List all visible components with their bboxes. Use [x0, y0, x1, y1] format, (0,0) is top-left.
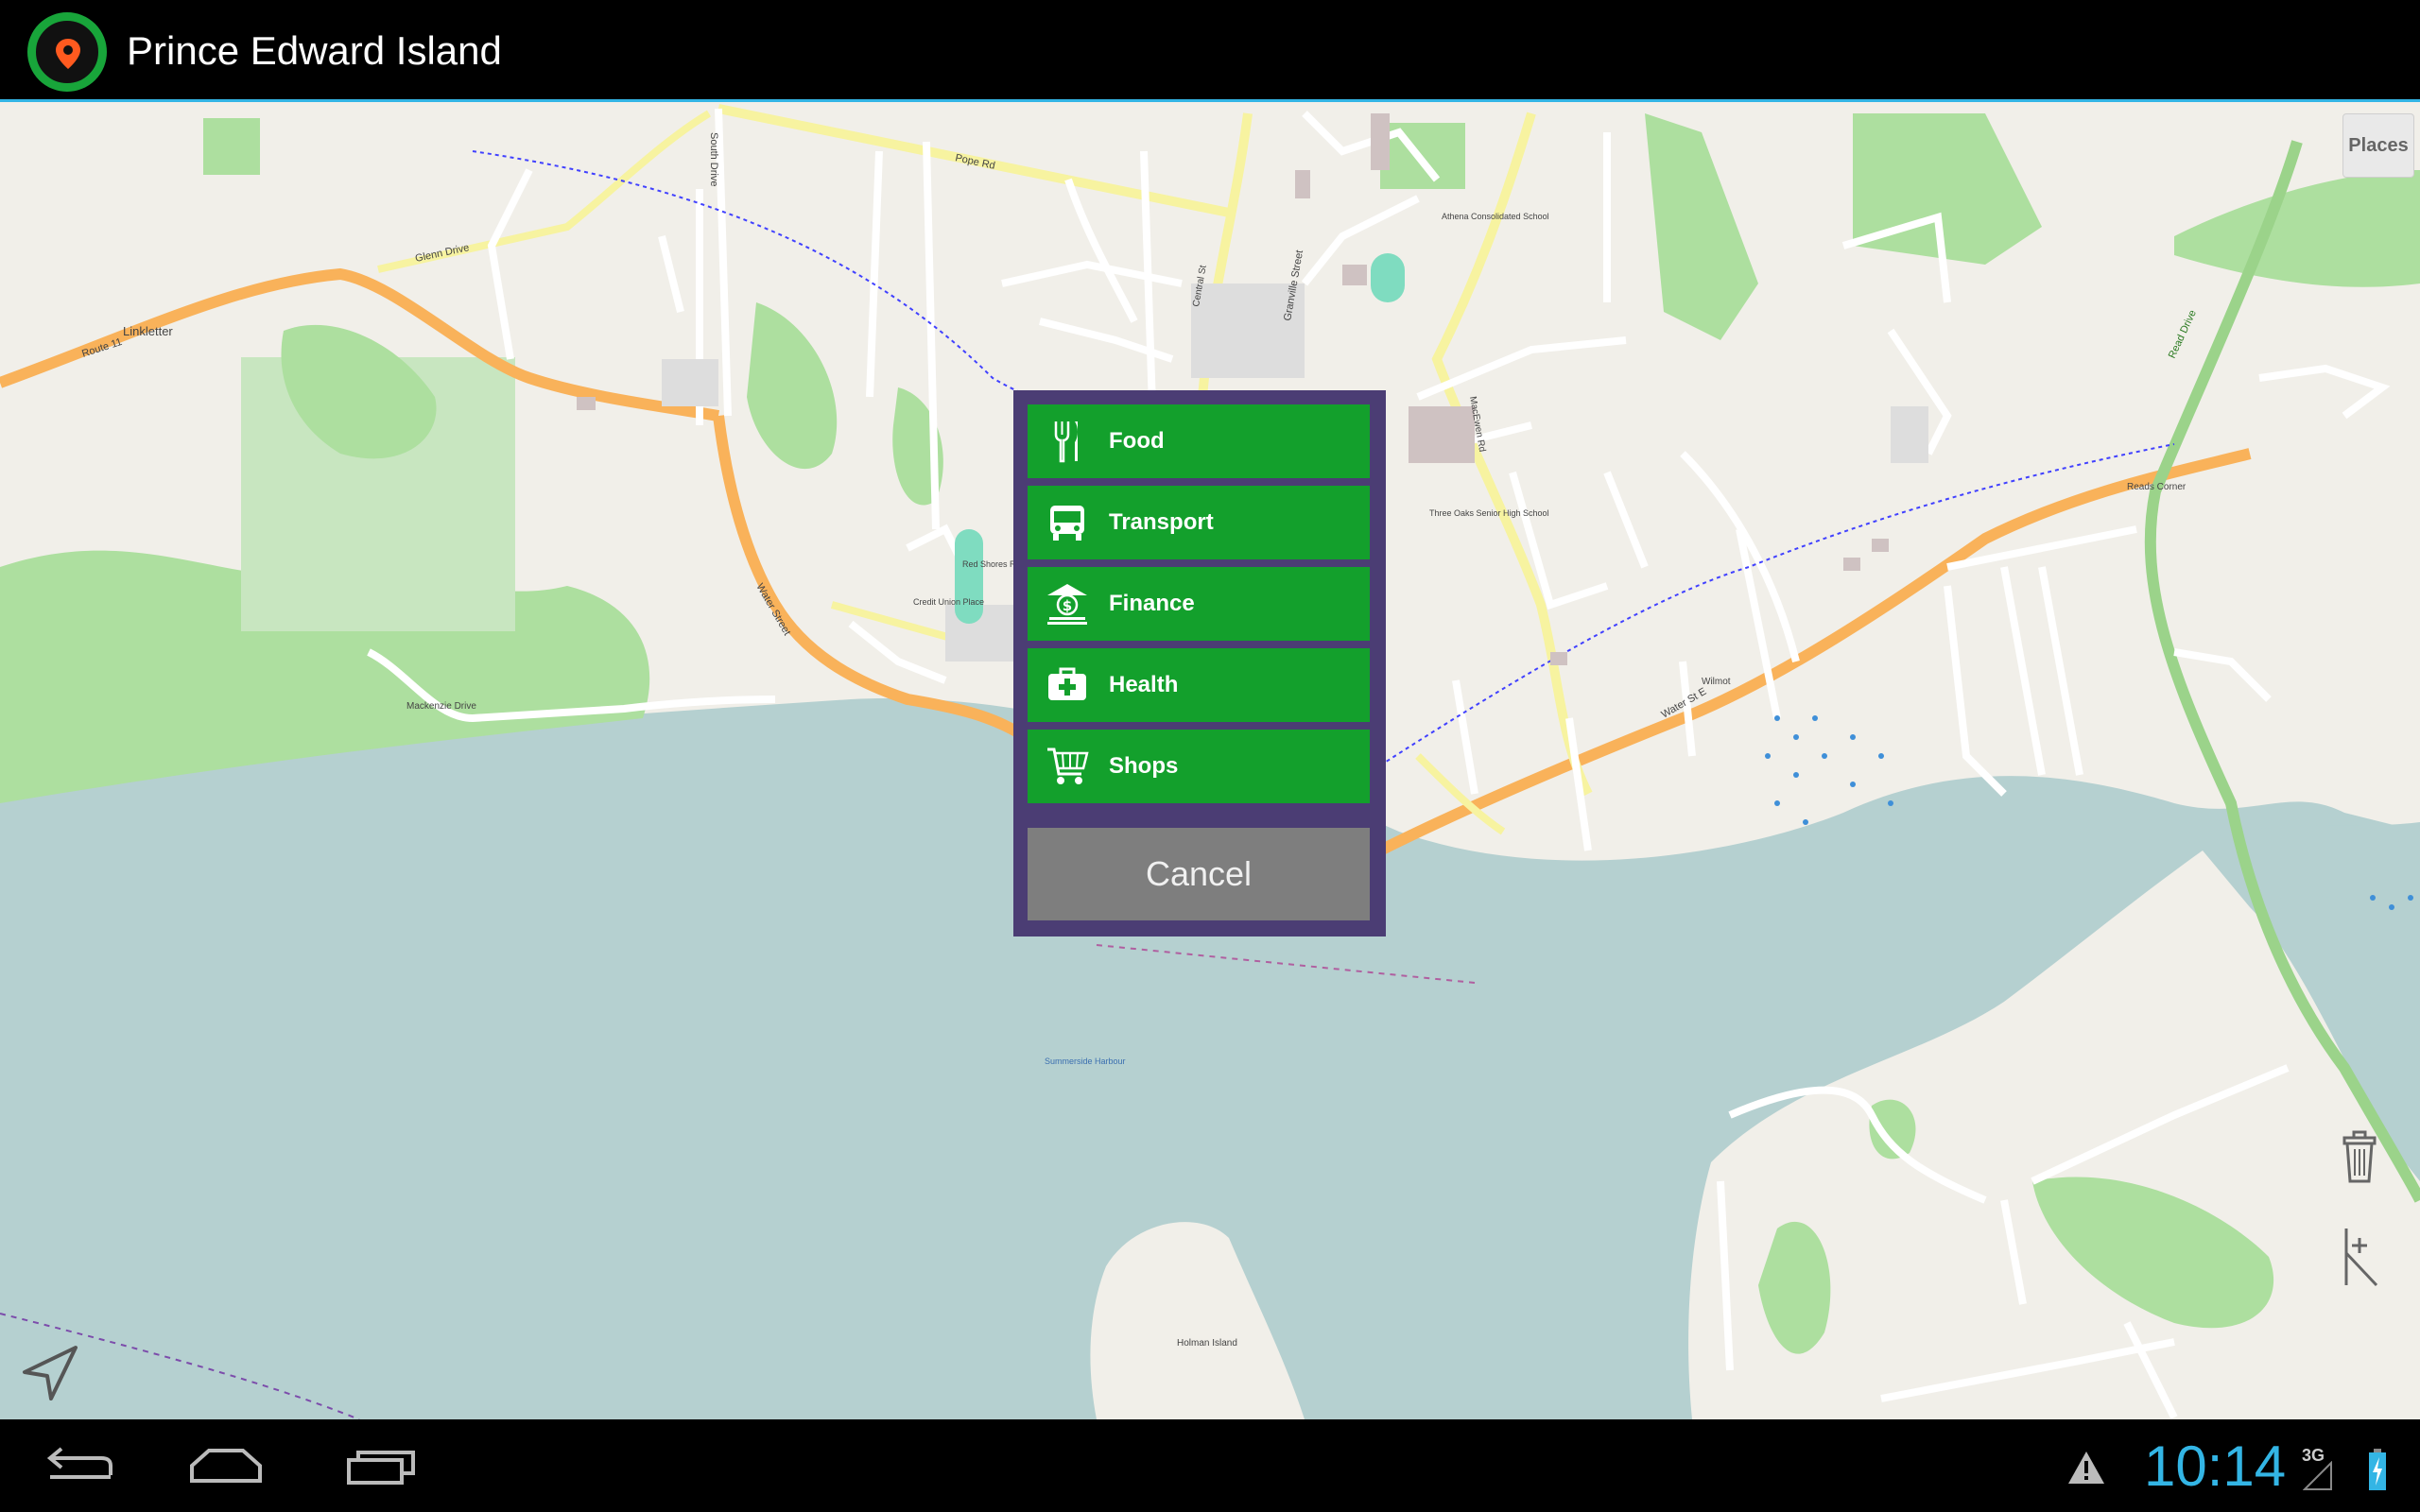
map-label-linkletter: Linkletter — [123, 324, 173, 338]
system-navigation-bar: 10:14 3G — [0, 1419, 2420, 1512]
menu-label-shops: Shops — [1109, 753, 1179, 779]
status-clock: 10:14 — [2144, 1435, 2287, 1498]
signal-strength-icon — [2302, 1460, 2333, 1495]
fork-knife-icon — [1043, 417, 1092, 466]
app-title: Prince Edward Island — [127, 28, 502, 73]
category-dialog: Food Transport $ Finance Health Shops Ca… — [1013, 390, 1386, 936]
menu-item-shops[interactable]: Shops — [1028, 730, 1370, 803]
battery-charging-icon — [2367, 1448, 2388, 1497]
home-icon[interactable] — [174, 1433, 278, 1499]
map-label-reads-corner: Reads Corner — [2127, 482, 2187, 492]
map-label-athena: Athena Consolidated School — [1442, 212, 1549, 221]
map-label-mackenzie: Mackenzie Drive — [406, 701, 476, 712]
back-icon[interactable] — [26, 1433, 130, 1499]
cancel-button[interactable]: Cancel — [1028, 828, 1370, 920]
trash-icon[interactable] — [2341, 1126, 2378, 1191]
action-bar: Prince Edward Island — [0, 0, 2420, 102]
recent-apps-icon[interactable] — [329, 1433, 433, 1499]
warning-icon[interactable] — [2066, 1450, 2106, 1489]
menu-label-transport: Transport — [1109, 509, 1214, 535]
map-label-holman-island: Holman Island — [1177, 1338, 1237, 1349]
menu-item-food[interactable]: Food — [1028, 404, 1370, 478]
shopping-cart-icon — [1043, 742, 1092, 791]
map-label-credit-union: Credit Union Place — [913, 597, 984, 607]
places-button[interactable]: Places — [2342, 113, 2414, 178]
first-aid-kit-icon — [1043, 661, 1092, 710]
map-label-wilmot: Wilmot — [1702, 677, 1731, 687]
bus-icon — [1043, 498, 1092, 547]
svg-text:$: $ — [1063, 597, 1072, 614]
bank-icon: $ — [1043, 579, 1092, 628]
add-waypoint-icon[interactable] — [2339, 1225, 2384, 1293]
map-label-three-oaks: Three Oaks Senior High School — [1429, 508, 1549, 518]
menu-label-health: Health — [1109, 672, 1179, 697]
menu-label-finance: Finance — [1109, 591, 1195, 616]
app-logo-icon[interactable] — [27, 12, 107, 92]
menu-label-food: Food — [1109, 428, 1165, 454]
navigation-arrow-icon[interactable] — [17, 1340, 83, 1410]
menu-item-health[interactable]: Health — [1028, 648, 1370, 722]
map-label-south-drive: South Drive — [708, 132, 719, 186]
menu-item-transport[interactable]: Transport — [1028, 486, 1370, 559]
menu-item-finance[interactable]: $ Finance — [1028, 567, 1370, 641]
map-label-summerside-harbour: Summerside Harbour — [1045, 1057, 1126, 1066]
